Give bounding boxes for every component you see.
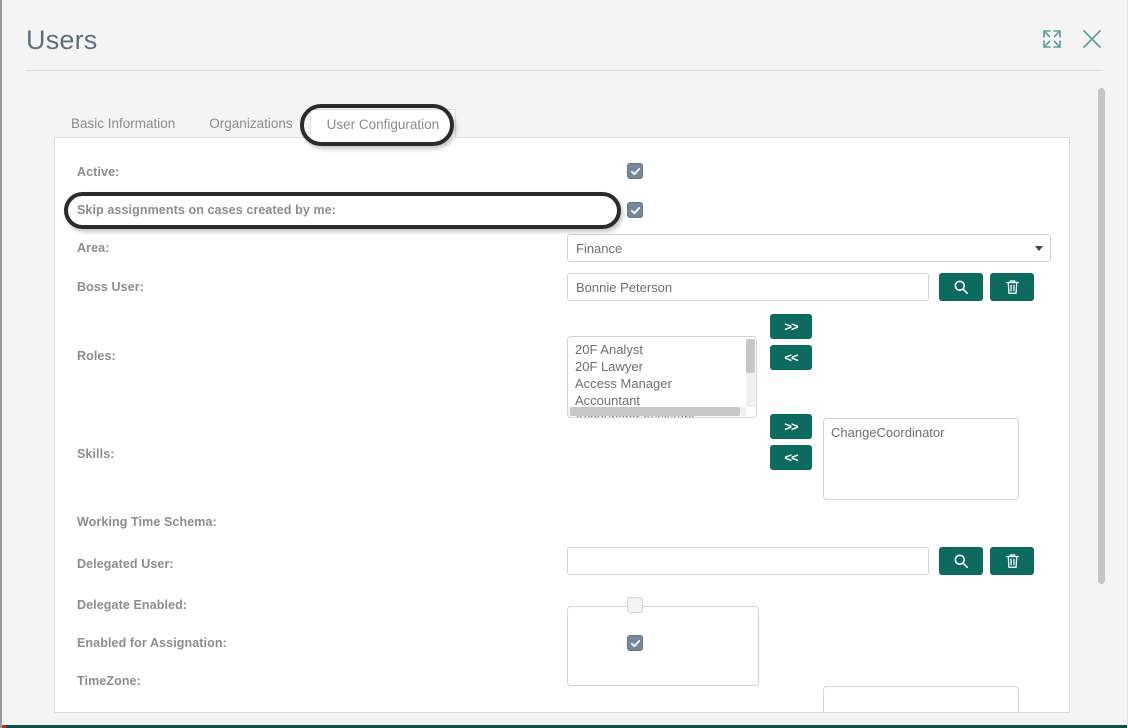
tab-label: Basic Information — [71, 116, 176, 131]
roles-available-items: 20F Analyst 20F Lawyer Access Manager Ac… — [568, 337, 756, 417]
enabled-for-assignation-label: Enabled for Assignation: — [77, 636, 227, 650]
delegate-enabled-label: Delegate Enabled: — [77, 598, 188, 612]
list-item[interactable]: ChangeCoordinator — [828, 424, 1018, 441]
chevron-down-icon — [1035, 246, 1043, 251]
delegated-user-search-button[interactable] — [939, 547, 983, 575]
skills-remove-label: << — [784, 450, 798, 465]
expand-icon[interactable] — [1039, 26, 1065, 52]
skills-selected-list[interactable] — [823, 686, 1019, 712]
list-item[interactable]: 20F Analyst — [572, 341, 756, 358]
skills-add-button[interactable]: >> — [770, 414, 812, 439]
tab-bar: Basic Information Organizations User Con… — [54, 109, 1070, 138]
skip-assignments-checkbox[interactable] — [627, 202, 643, 218]
header-actions — [1039, 26, 1105, 52]
enabled-for-assignation-checkbox[interactable] — [627, 635, 643, 651]
close-icon[interactable] — [1079, 26, 1105, 52]
boss-user-clear-button[interactable] — [990, 273, 1034, 301]
roles-selected-list[interactable]: ChangeCoordinator — [823, 418, 1019, 500]
delegate-enabled-checkbox[interactable] — [627, 597, 643, 613]
user-configuration-panel: Active: Skip assignments on cases create… — [54, 138, 1070, 713]
list-item[interactable]: Access Manager — [572, 375, 756, 392]
roles-add-button[interactable]: >> — [770, 314, 812, 339]
delegated-user-clear-button[interactable] — [990, 547, 1034, 575]
skills-available-items — [568, 607, 758, 612]
page-title: Users — [26, 25, 98, 55]
skills-label: Skills: — [77, 447, 115, 461]
dialog-header: Users — [2, 0, 1127, 78]
roles-add-label: >> — [784, 319, 798, 334]
skills-selected-items — [824, 687, 1018, 692]
roles-selected-items: ChangeCoordinator — [824, 419, 1018, 441]
boss-user-input[interactable]: Bonnie Peterson — [567, 273, 929, 301]
boss-user-label: Boss User: — [77, 280, 144, 294]
users-dialog: Users Basic Information Organizations Us… — [0, 0, 1128, 728]
page-scrollbar[interactable] — [1098, 88, 1105, 584]
roles-vertical-scrollbar[interactable] — [746, 339, 755, 373]
skip-assignments-label: Skip assignments on cases created by me: — [77, 203, 336, 217]
tab-organizations[interactable]: Organizations — [192, 109, 309, 137]
list-item[interactable]: 20F Lawyer — [572, 358, 756, 375]
roles-available-list[interactable]: 20F Analyst 20F Lawyer Access Manager Ac… — [567, 336, 757, 418]
tab-label: User Configuration — [326, 116, 440, 132]
skills-remove-button[interactable]: << — [770, 445, 812, 470]
delegated-user-label: Delegated User: — [77, 557, 174, 571]
delegated-user-input[interactable] — [567, 547, 929, 575]
roles-horizontal-scrollbar[interactable] — [570, 407, 740, 416]
active-checkbox[interactable] — [627, 163, 643, 179]
tab-user-configuration[interactable]: User Configuration — [309, 109, 457, 138]
skills-available-list[interactable] — [567, 606, 759, 686]
area-label: Area: — [77, 241, 110, 255]
boss-user-search-button[interactable] — [939, 273, 983, 301]
area-select[interactable]: Finance — [567, 234, 1051, 262]
boss-user-value: Bonnie Peterson — [576, 279, 673, 295]
timezone-label: TimeZone: — [77, 674, 141, 688]
tab-label: Organizations — [209, 116, 293, 131]
area-value: Finance — [576, 240, 623, 256]
working-time-schema-label: Working Time Schema: — [77, 515, 217, 529]
skills-add-label: >> — [784, 419, 798, 434]
roles-remove-label: << — [784, 350, 798, 365]
roles-remove-button[interactable]: << — [770, 345, 812, 370]
tab-basic-information[interactable]: Basic Information — [54, 109, 192, 137]
header-divider — [26, 70, 1103, 71]
active-label: Active: — [77, 165, 120, 179]
roles-label: Roles: — [77, 349, 116, 363]
